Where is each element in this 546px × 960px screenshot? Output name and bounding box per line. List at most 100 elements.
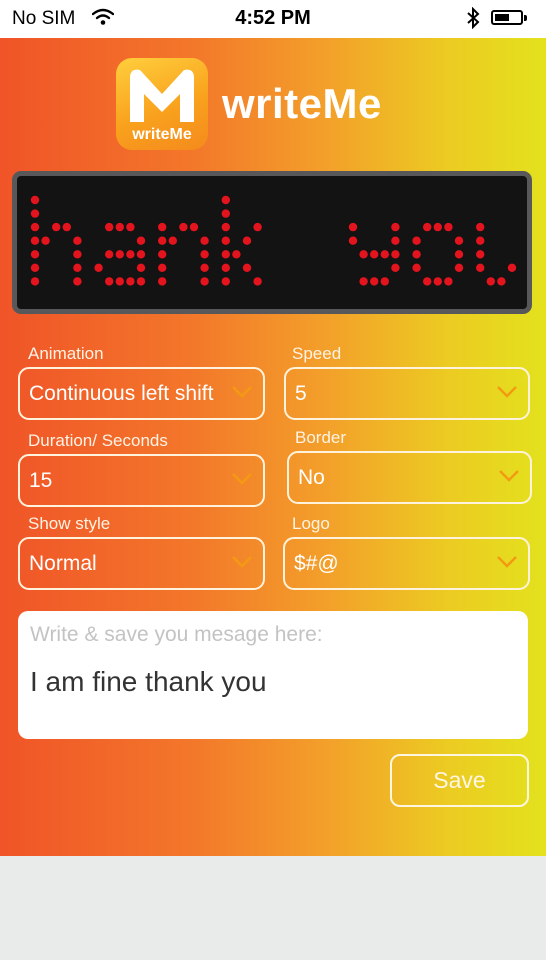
- led-dot: [359, 277, 368, 286]
- message-placeholder: Write & save you mesage here:: [30, 623, 323, 646]
- led-dot: [370, 250, 379, 259]
- border-label: Border: [295, 428, 347, 447]
- led-dot: [370, 277, 379, 286]
- duration-value: 15: [29, 468, 53, 492]
- duration-label: Duration/ Seconds: [28, 431, 168, 450]
- chevron-down-icon: [232, 555, 252, 568]
- chevron-down-icon: [497, 555, 517, 568]
- logo-badge-text: writeMe: [132, 126, 192, 143]
- bottom-area: [0, 856, 546, 960]
- message-input[interactable]: Write & save you mesage here: I am fine …: [18, 611, 528, 739]
- logo-select[interactable]: $#@: [283, 537, 530, 590]
- led-dot: [221, 222, 230, 232]
- led-dot: [73, 263, 82, 272]
- led-dot: [348, 236, 358, 245]
- led-dot: [423, 222, 432, 232]
- led-dot: [391, 222, 400, 232]
- clock: 4:52 PM: [235, 7, 311, 29]
- led-dot: [158, 250, 167, 259]
- duration-select[interactable]: 15: [18, 454, 265, 507]
- led-dot: [412, 263, 421, 272]
- led-dot: [30, 263, 40, 272]
- logo-label: Logo: [292, 514, 330, 533]
- led-dot: [105, 250, 114, 259]
- led-dot: [136, 263, 146, 272]
- show-style-label: Show style: [28, 514, 111, 533]
- led-dot: [391, 236, 400, 245]
- led-dot: [200, 277, 209, 286]
- led-dot: [115, 222, 125, 232]
- led-dot: [444, 277, 453, 286]
- led-dot: [136, 236, 146, 245]
- battery-level: [495, 14, 510, 21]
- led-dot: [497, 277, 506, 286]
- led-dot: [73, 277, 82, 286]
- led-dot: [30, 277, 40, 286]
- led-dot: [200, 236, 209, 245]
- led-dot: [52, 222, 61, 232]
- led-dot: [221, 277, 230, 286]
- battery-icon: [491, 10, 523, 25]
- led-dot: [41, 236, 50, 245]
- led-dot: [486, 277, 495, 286]
- led-dot: [221, 250, 230, 259]
- led-dot: [391, 263, 400, 272]
- led-dot: [433, 222, 442, 232]
- border-value: No: [298, 465, 325, 489]
- led-dot: [200, 250, 209, 259]
- led-dot: [348, 222, 358, 232]
- led-dot: [253, 277, 262, 286]
- led-dot: [158, 222, 167, 232]
- app-title: writeMe: [222, 80, 382, 127]
- speed-label: Speed: [292, 344, 342, 363]
- led-dot: [454, 263, 464, 272]
- app-logo-badge: writeMe: [116, 58, 208, 150]
- led-dot: [412, 250, 421, 259]
- led-dot: [454, 250, 464, 259]
- led-dot: [232, 250, 241, 259]
- animation-select[interactable]: Continuous left shift: [18, 367, 265, 420]
- save-button[interactable]: Save: [390, 754, 529, 807]
- led-dot: [168, 236, 177, 245]
- led-dot: [158, 236, 167, 245]
- show-style-select[interactable]: Normal: [18, 537, 265, 590]
- app-screen: writeMe writeMe Animation Continuous lef…: [0, 38, 546, 856]
- m-logo-icon: [130, 69, 194, 122]
- led-dot: [423, 277, 432, 286]
- led-dot: [105, 277, 114, 286]
- led-dot: [433, 277, 442, 286]
- led-dot: [242, 236, 252, 245]
- speed-value: 5: [295, 381, 307, 405]
- logo-value: $#@: [294, 551, 339, 575]
- led-dot: [30, 236, 40, 245]
- speed-select[interactable]: 5: [284, 367, 530, 420]
- led-dot: [189, 222, 199, 232]
- led-dot: [126, 222, 135, 232]
- led-dot: [412, 236, 421, 245]
- led-dot: [158, 263, 167, 272]
- chevron-down-icon: [232, 385, 252, 398]
- led-dot: [221, 195, 230, 205]
- chevron-down-icon: [232, 472, 252, 485]
- led-dot: [126, 277, 135, 286]
- border-select[interactable]: No: [287, 451, 532, 504]
- battery-tip: [524, 15, 527, 21]
- led-dot: [380, 277, 389, 286]
- led-dot: [221, 263, 230, 272]
- show-style-value: Normal: [29, 551, 97, 575]
- chevron-down-icon: [497, 385, 517, 398]
- led-dot: [115, 277, 125, 286]
- message-text: I am fine thank you: [30, 666, 267, 697]
- led-dot: [221, 209, 230, 218]
- led-dot: [73, 250, 82, 259]
- status-bar: No SIM 4:52 PM: [0, 0, 546, 38]
- led-dot: [221, 236, 230, 245]
- led-dot: [30, 209, 40, 218]
- led-dot: [179, 222, 188, 232]
- led-dot: [359, 250, 368, 259]
- led-dot: [30, 195, 40, 205]
- led-dot: [200, 263, 209, 272]
- led-dot: [476, 222, 485, 232]
- led-dot: [94, 263, 103, 272]
- led-dot: [158, 277, 167, 286]
